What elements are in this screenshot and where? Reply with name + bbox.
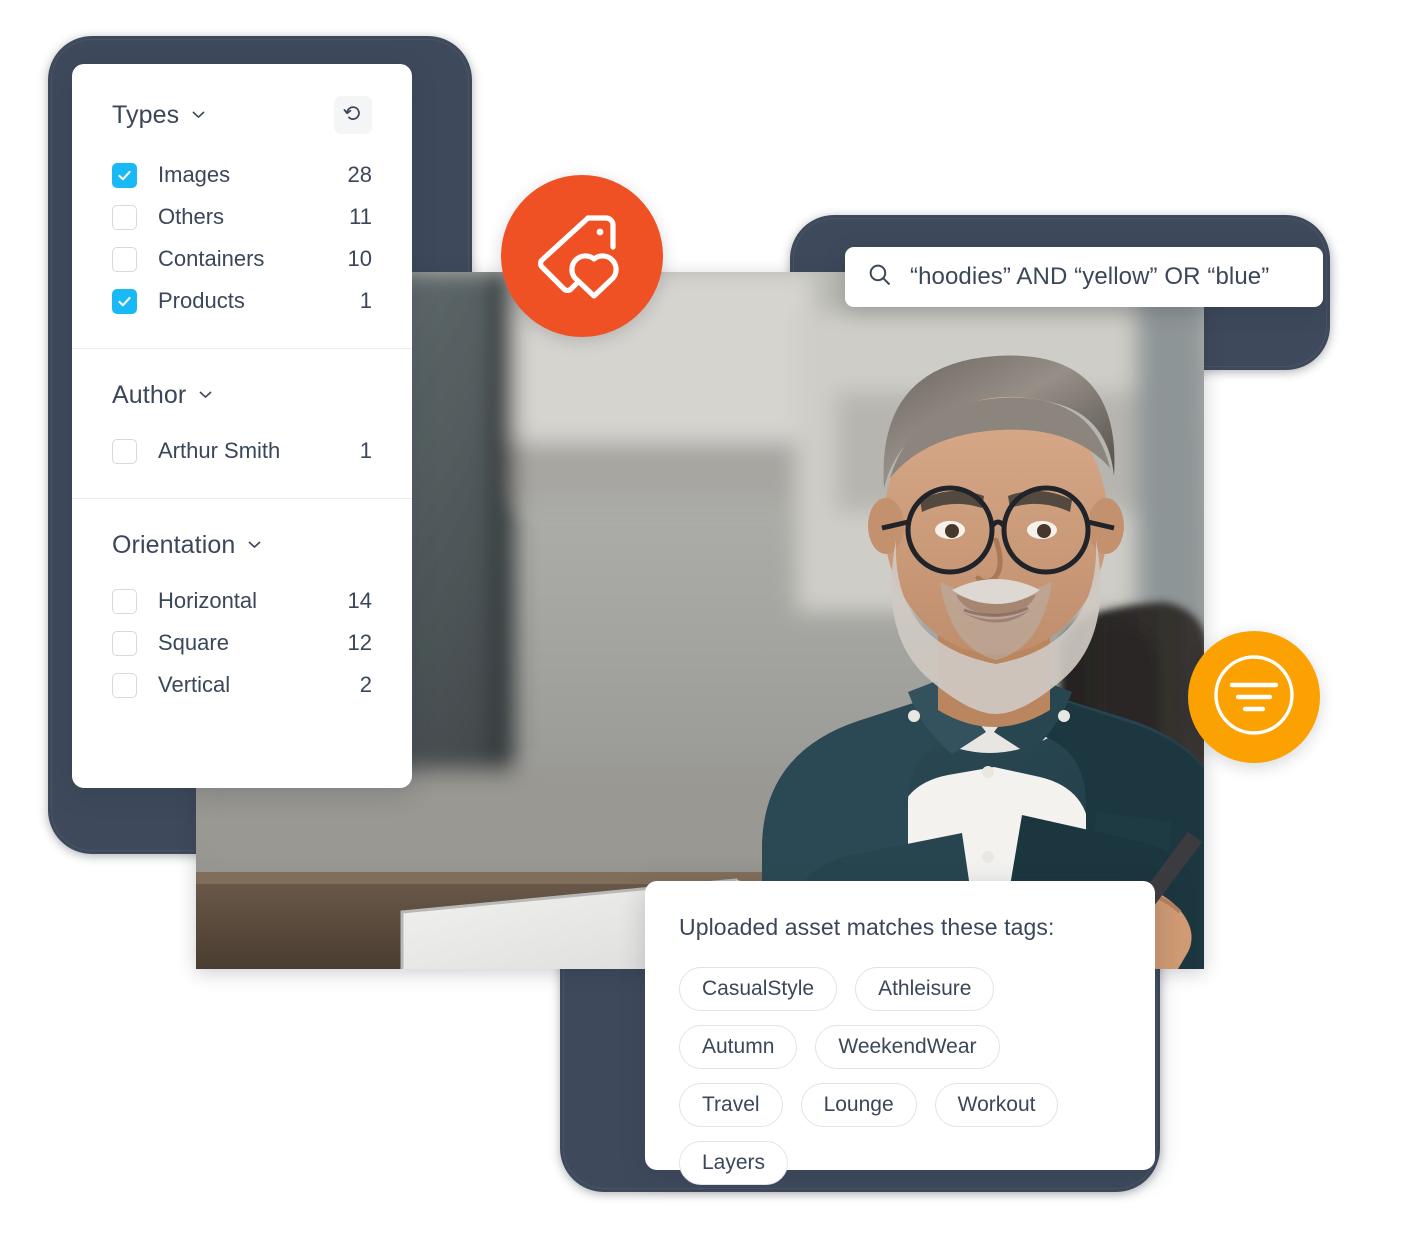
filter-section-orientation: Orientation Horizontal 14 Square 12 Vert… bbox=[72, 498, 412, 732]
filter-label-vertical: Vertical bbox=[158, 672, 231, 697]
checkbox-arthur-smith[interactable] bbox=[112, 438, 137, 464]
filter-count-square: 12 bbox=[347, 630, 372, 655]
checkbox-others[interactable] bbox=[112, 204, 137, 230]
checkbox-products[interactable] bbox=[112, 288, 137, 314]
reset-icon bbox=[342, 103, 364, 128]
tag-chip-athleisure[interactable]: Athleisure bbox=[855, 967, 995, 1011]
filter-count-images: 28 bbox=[347, 162, 372, 187]
filter-count-others: 11 bbox=[349, 204, 372, 229]
filter-label-square: Square bbox=[158, 630, 229, 655]
tag-chip-weekendwear[interactable]: WeekendWear bbox=[815, 1025, 1000, 1069]
filter-label-products: Products bbox=[158, 288, 245, 313]
checkbox-vertical[interactable] bbox=[112, 672, 137, 698]
chevron-down-icon bbox=[190, 101, 207, 130]
tag-chip-casualstyle[interactable]: CasualStyle bbox=[679, 967, 838, 1011]
filter-count-containers: 10 bbox=[347, 246, 372, 271]
filter-label-horizontal: Horizontal bbox=[158, 588, 258, 613]
search-icon bbox=[867, 262, 892, 292]
filter-section-types: Types Images 28 Others 11 Containers 10 … bbox=[72, 64, 412, 348]
filter-row-containers[interactable]: Containers 10 bbox=[112, 238, 372, 280]
filter-rows-orientation: Horizontal 14 Square 12 Vertical 2 bbox=[112, 580, 372, 732]
filter-section-header-orientation[interactable]: Orientation bbox=[112, 499, 372, 580]
tag-heart-icon bbox=[530, 202, 634, 311]
search-input[interactable]: “hoodies” AND “yellow” OR “blue” bbox=[910, 263, 1269, 291]
chevron-down-icon bbox=[246, 531, 263, 560]
filter-label-images: Images bbox=[158, 162, 231, 187]
filter-row-horizontal[interactable]: Horizontal 14 bbox=[112, 580, 372, 622]
tag-heart-badge bbox=[501, 175, 663, 337]
filter-count-arthur-smith: 1 bbox=[359, 438, 372, 463]
filter-label-containers: Containers bbox=[158, 246, 265, 271]
tag-chip-travel[interactable]: Travel bbox=[679, 1083, 783, 1127]
reset-filters-button[interactable] bbox=[334, 96, 372, 134]
search-bar[interactable]: “hoodies” AND “yellow” OR “blue” bbox=[845, 247, 1323, 307]
filter-badge bbox=[1188, 631, 1320, 763]
chevron-down-icon bbox=[197, 381, 214, 410]
filter-row-arthur-smith[interactable]: Arthur Smith 1 bbox=[112, 430, 372, 472]
filter-panel: Types Images 28 Others 11 Containers 10 … bbox=[72, 64, 412, 788]
filter-row-vertical[interactable]: Vertical 2 bbox=[112, 664, 372, 706]
filter-row-square[interactable]: Square 12 bbox=[112, 622, 372, 664]
filter-rows-author: Arthur Smith 1 bbox=[112, 430, 372, 498]
tag-chip-lounge[interactable]: Lounge bbox=[800, 1083, 917, 1127]
filter-label-others: Others bbox=[158, 204, 225, 229]
composition-stage: Types Images 28 Others 11 Containers 10 … bbox=[0, 0, 1407, 1250]
tag-chip-autumn[interactable]: Autumn bbox=[679, 1025, 798, 1069]
filter-rows-types: Images 28 Others 11 Containers 10 Produc… bbox=[112, 154, 372, 348]
filter-section-header-author[interactable]: Author bbox=[112, 349, 372, 430]
checkbox-square[interactable] bbox=[112, 630, 137, 656]
filter-label-arthur-smith: Arthur Smith bbox=[158, 438, 281, 463]
filter-lines-icon bbox=[1206, 647, 1302, 748]
tag-chip-workout[interactable]: Workout bbox=[934, 1083, 1059, 1127]
tags-list: CasualStyle Athleisure Autumn WeekendWea… bbox=[679, 967, 1121, 1185]
checkbox-horizontal[interactable] bbox=[112, 588, 137, 614]
filter-section-header-types[interactable]: Types bbox=[112, 64, 372, 154]
filter-count-vertical: 2 bbox=[359, 672, 372, 697]
filter-row-products[interactable]: Products 1 bbox=[112, 280, 372, 322]
filter-section-title-author[interactable]: Author bbox=[112, 381, 214, 410]
types-title-label: Types bbox=[112, 100, 180, 129]
uploaded-asset-tags-panel: Uploaded asset matches these tags: Casua… bbox=[645, 881, 1155, 1185]
filter-count-horizontal: 14 bbox=[347, 588, 372, 613]
checkbox-containers[interactable] bbox=[112, 246, 137, 272]
tags-panel-title: Uploaded asset matches these tags: bbox=[679, 914, 1055, 940]
filter-row-images[interactable]: Images 28 bbox=[112, 154, 372, 196]
filter-row-others[interactable]: Others 11 bbox=[112, 196, 372, 238]
filter-section-title-orientation[interactable]: Orientation bbox=[112, 531, 263, 560]
checkbox-images[interactable] bbox=[112, 162, 137, 188]
filter-count-products: 1 bbox=[359, 288, 372, 313]
filter-section-title-types[interactable]: Types bbox=[112, 101, 207, 130]
filter-section-author: Author Arthur Smith 1 bbox=[72, 348, 412, 498]
orientation-title-label: Orientation bbox=[112, 531, 236, 559]
tag-chip-layers[interactable]: Layers bbox=[679, 1141, 789, 1185]
author-title-label: Author bbox=[112, 381, 187, 409]
